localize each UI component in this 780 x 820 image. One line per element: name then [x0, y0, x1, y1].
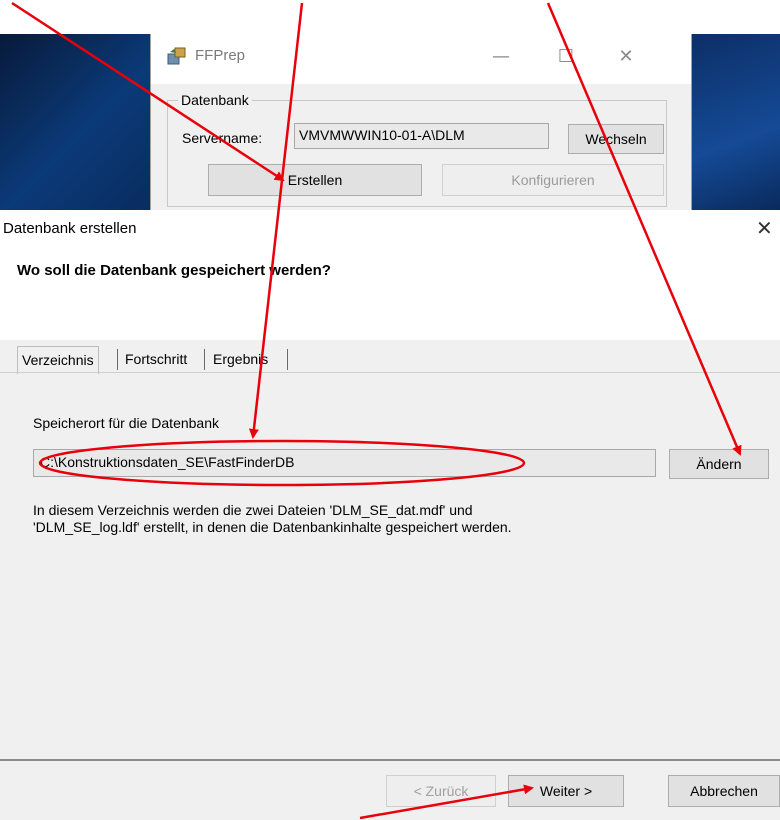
ffprep-app-icon: [167, 47, 186, 65]
wizard-close-button[interactable]: ✕: [756, 216, 773, 240]
minimize-button[interactable]: —: [481, 44, 521, 70]
servername-label: Servername:: [182, 130, 263, 146]
footer-divider: [0, 759, 780, 761]
ffprep-window: FFPrep — ☐ ✕ Datenbank Servername: VMVMW…: [150, 34, 692, 210]
tab-ergebnis[interactable]: Ergebnis: [209, 346, 272, 372]
info-text-line: 'DLM_SE_log.ldf' erstellt, in denen die …: [33, 519, 512, 535]
ffprep-title: FFPrep: [195, 47, 246, 64]
tab-separator: [287, 349, 288, 370]
tab-verzeichnis[interactable]: Verzeichnis: [17, 346, 99, 374]
database-groupbox: Datenbank Servername: VMVMWWIN10-01-A\DL…: [167, 92, 667, 207]
ffprep-titlebar: FFPrep — ☐ ✕: [151, 34, 691, 84]
database-group-label: Datenbank: [178, 92, 252, 108]
servername-field[interactable]: VMVMWWIN10-01-A\DLM: [294, 123, 549, 149]
tab-separator: [117, 349, 118, 370]
desktop-wallpaper-left: [0, 34, 150, 210]
abbrechen-button[interactable]: Abbrechen: [668, 775, 780, 807]
info-text: In diesem Verzeichnis werden die zwei Da…: [33, 502, 733, 536]
desktop-wallpaper-right: [690, 34, 780, 210]
konfigurieren-button[interactable]: Konfigurieren: [442, 164, 664, 196]
wizard-title: Datenbank erstellen: [3, 220, 137, 237]
wechseln-button[interactable]: Wechseln: [568, 124, 664, 154]
ffprep-close-button[interactable]: ✕: [606, 44, 646, 70]
wizard-header: Datenbank erstellen ✕ Wo soll die Datenb…: [0, 210, 780, 340]
erstellen-button[interactable]: Erstellen: [208, 164, 422, 196]
desktop-background: FFPrep — ☐ ✕ Datenbank Servername: VMVMW…: [0, 0, 780, 212]
create-database-wizard: Datenbank erstellen ✕ Wo soll die Datenb…: [0, 210, 780, 820]
tab-separator: [204, 349, 205, 370]
location-label: Speicherort für die Datenbank: [33, 415, 219, 431]
info-text-line: In diesem Verzeichnis werden die zwei Da…: [33, 502, 473, 518]
path-field[interactable]: C:\Konstruktionsdaten_SE\FastFinderDB: [33, 449, 656, 477]
wizard-question: Wo soll die Datenbank gespeichert werden…: [17, 262, 331, 279]
tab-fortschritt[interactable]: Fortschritt: [121, 346, 191, 372]
weiter-button[interactable]: Weiter >: [508, 775, 624, 807]
zurueck-button[interactable]: < Zurück: [386, 775, 496, 807]
tab-panel-verzeichnis: Speicherort für die Datenbank C:\Konstru…: [0, 372, 780, 761]
maximize-button[interactable]: ☐: [546, 44, 586, 70]
aendern-button[interactable]: Ändern: [669, 449, 769, 479]
